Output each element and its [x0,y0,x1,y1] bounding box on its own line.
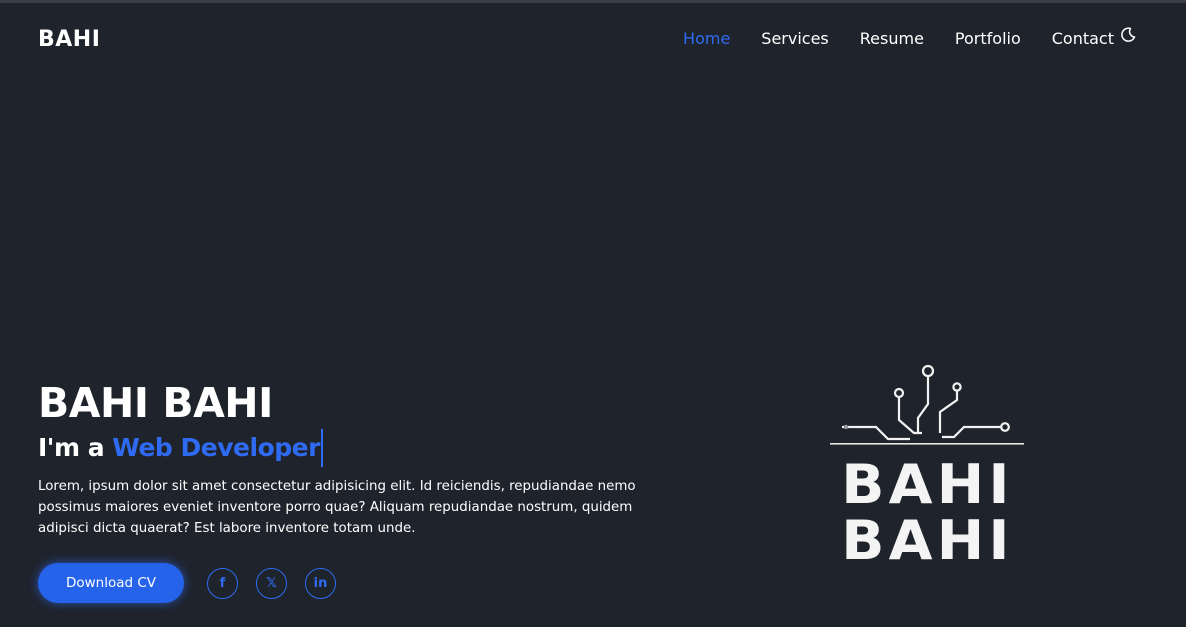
navbar: BAHI Home Services Resume Portfolio Cont… [0,3,1186,75]
hero-section: BAHI BAHI I'm a Web Developer Lorem, ips… [38,378,658,552]
linkedin-icon[interactable]: in [305,567,336,599]
nav-item-resume[interactable]: Resume [860,29,924,48]
hero-description: Lorem, ipsum dolor sit amet consectetur … [38,479,636,536]
hero-role: I'm a Web Developer [38,428,658,468]
circuit-icon [830,364,1024,445]
download-cv-button[interactable]: Download CV [38,563,184,603]
moon-icon[interactable] [1120,26,1136,43]
x-icon[interactable]: 𝕏 [256,567,287,599]
role-prefix: I'm a [38,433,113,462]
typing-caret [320,429,323,467]
nav-item-contact[interactable]: Contact [1052,29,1114,48]
facebook-icon[interactable]: f [207,567,238,599]
nav-item-services[interactable]: Services [761,29,828,48]
nav-links: Home Services Resume Portfolio Contact [652,26,1136,48]
nav-item-portfolio[interactable]: Portfolio [955,29,1021,48]
emblem-line-1: BAHI [841,453,1014,516]
brand-emblem: BAHI BAHI [822,360,1032,570]
hero-name: BAHI BAHI [38,379,273,427]
hero-actions: Download CV f 𝕏 in [38,563,336,603]
emblem-line-2: BAHI [841,509,1014,572]
nav-item-home[interactable]: Home [683,29,730,48]
role-highlight: Web Developer [112,433,320,462]
brand-logo[interactable]: BAHI [38,27,100,52]
